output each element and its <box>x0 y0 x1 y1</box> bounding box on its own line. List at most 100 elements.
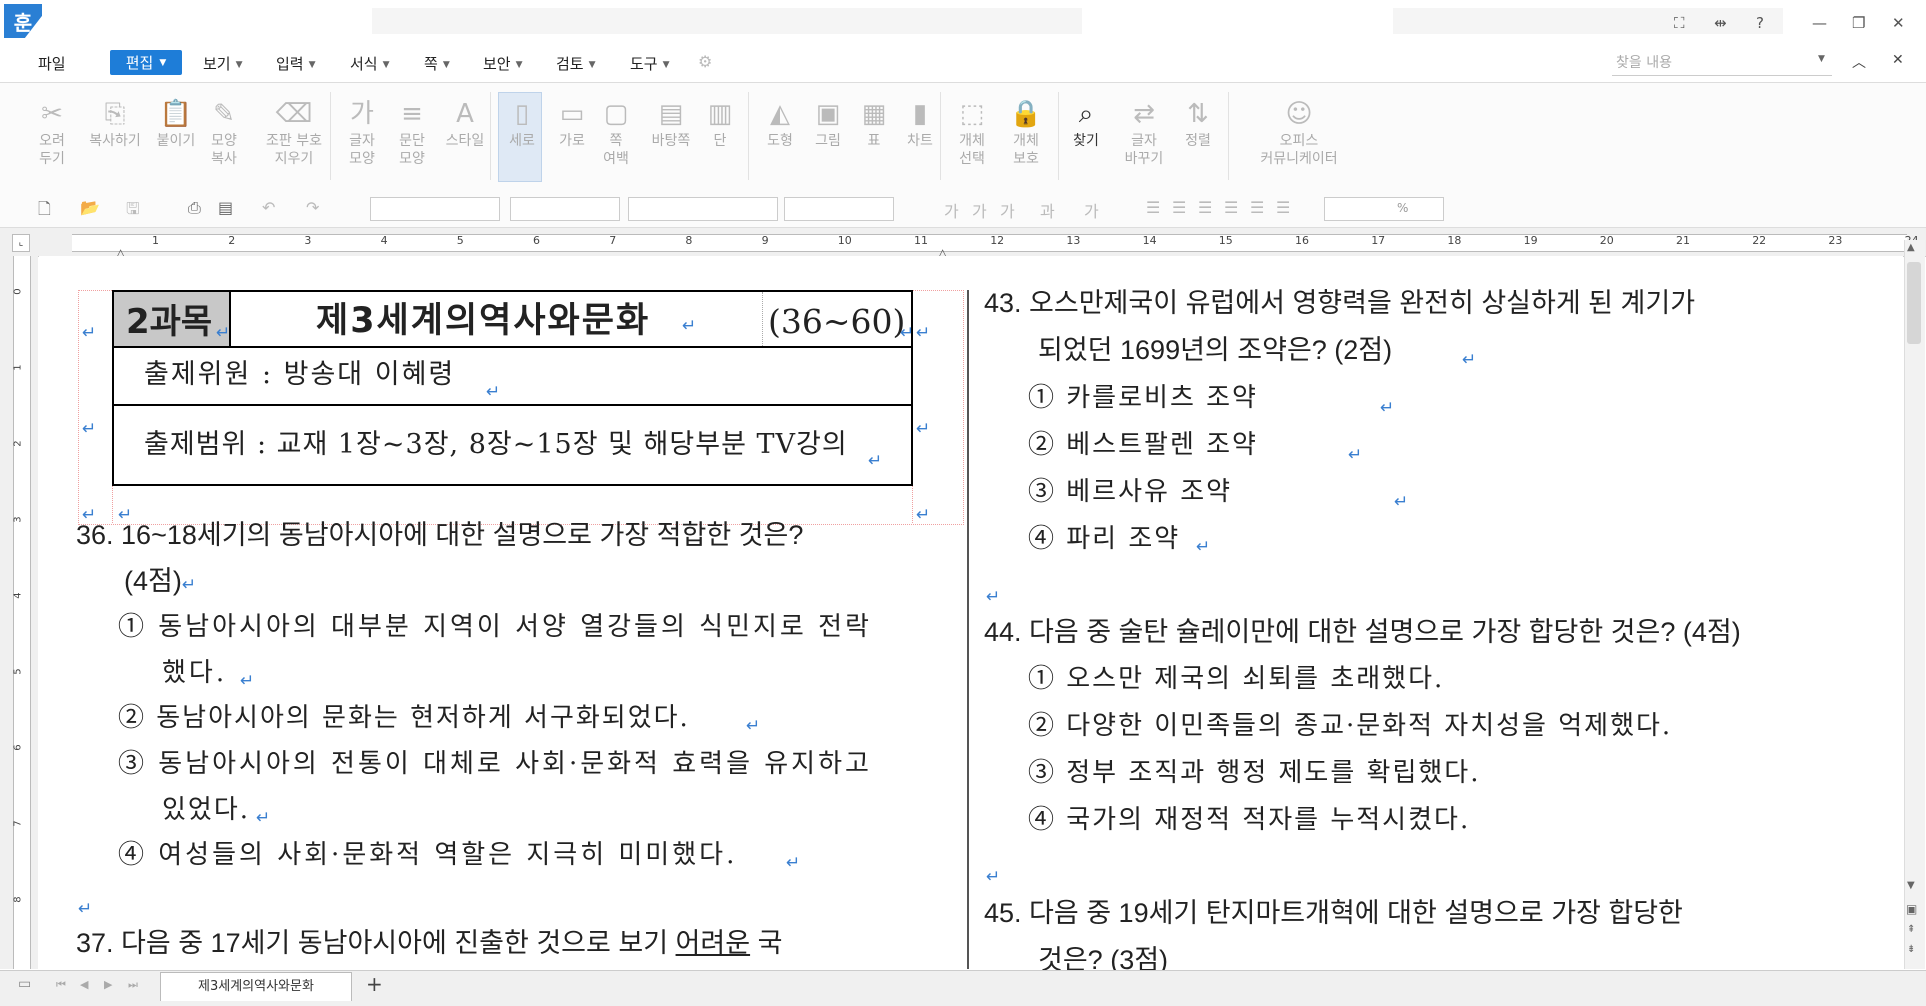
undo-icon[interactable]: ↶ <box>262 198 275 217</box>
ribbon-button-22[interactable]: ☺ 오피스 커뮤니케이터 <box>1244 96 1354 168</box>
ribbon-button-3[interactable]: ✎ 모양 복사 <box>196 96 252 168</box>
ribbon-button-8[interactable]: ▯ 세로 <box>500 96 544 150</box>
minimize-icon[interactable]: — <box>1812 14 1827 32</box>
q43-stem-cont[interactable]: 되었던 1699년의 조약은? (2점) <box>1038 335 1392 366</box>
q36-stem[interactable]: 36. 16~18세기의 동남아시아에 대한 설명으로 가장 적합한 것은? <box>76 520 803 551</box>
scrollbar-thumb[interactable] <box>1907 262 1921 344</box>
align-right-icon[interactable]: ☰ <box>1224 198 1238 217</box>
q44-option-3[interactable]: ③ 정부 조직과 행정 제도를 확립했다. <box>1028 758 1480 788</box>
font-select[interactable] <box>628 197 778 221</box>
q45-stem[interactable]: 45. 다음 중 19세기 탄지마트개혁에 대한 설명으로 가장 합당한 <box>984 898 1683 929</box>
first-page-icon[interactable]: ⏮ <box>56 978 66 992</box>
document-tab[interactable]: 제3세계의역사와문화 <box>160 972 352 1001</box>
menu-file[interactable]: 파일 <box>38 53 66 74</box>
q36-option-4[interactable]: ④ 여성들의 사회·문화적 역할은 지극히 미미했다. <box>118 840 737 870</box>
prev-icon[interactable]: ◀ <box>80 978 88 991</box>
next-page-icon[interactable]: ⇟ <box>1907 944 1915 955</box>
menu-page[interactable]: 쪽 ▼ <box>424 53 450 74</box>
q43-option-2[interactable]: ② 베스트팔렌 조약 <box>1028 430 1258 460</box>
align-center-icon[interactable]: ☰ <box>1198 198 1212 217</box>
char-color-icon[interactable]: 가 <box>1084 198 1099 222</box>
italic-icon[interactable]: 가 <box>972 198 987 222</box>
close-icon[interactable]: ✕ <box>1892 14 1905 32</box>
q37-stem[interactable]: 37. 다음 중 17세기 동남아시아에 진출한 것으로 보기 어려운 국 <box>76 928 782 959</box>
ribbon-button-10[interactable]: ▢ 쪽 여백 <box>588 96 644 168</box>
q44-stem[interactable]: 44. 다음 중 술탄 슐레이만에 대한 설명으로 가장 합당한 것은? (4점… <box>984 617 1741 648</box>
divide-icon[interactable]: ☰ <box>1276 198 1290 217</box>
menu-tools[interactable]: 도구 ▼ <box>630 53 670 74</box>
search-input[interactable]: 찾을 내용 <box>1612 50 1832 76</box>
open-folder-icon[interactable]: 📂 <box>80 198 100 217</box>
add-tab-icon[interactable]: + <box>366 972 383 996</box>
q36-option-2[interactable]: ② 동남아시아의 문화는 현저하게 서구화되었다. <box>118 703 690 733</box>
close-doc-icon[interactable]: ✕ <box>1892 52 1904 68</box>
new-doc-icon[interactable]: 🗋 <box>38 198 51 225</box>
menu-security[interactable]: 보안 ▼ <box>483 53 523 74</box>
chevron-down-icon[interactable]: ▼ <box>1818 54 1825 64</box>
menu-format[interactable]: 서식 ▼ <box>350 53 390 74</box>
q36-option-3-cont[interactable]: 있었다. <box>162 795 250 825</box>
vertical-scrollbar[interactable] <box>1904 240 1925 969</box>
ribbon-button-17[interactable]: ⬚ 개체 선택 <box>944 96 1000 168</box>
ribbon-button-1[interactable]: ⎘ 복사하기 <box>82 96 148 150</box>
q43-option-3[interactable]: ③ 베르사유 조약 <box>1028 477 1232 507</box>
menu-view[interactable]: 보기 ▼ <box>203 53 243 74</box>
ribbon-button-20[interactable]: ⇄ 글자 바꾸기 <box>1116 96 1172 168</box>
ribbon-separator <box>490 92 491 180</box>
zoom-select[interactable]: % <box>1324 197 1444 221</box>
q44-option-1[interactable]: ① 오스만 제국의 쇠퇴를 초래했다. <box>1028 664 1444 694</box>
q43-option-4[interactable]: ④ 파리 조약 <box>1028 524 1180 554</box>
tab-stop-icon[interactable]: ⌞ <box>12 234 30 252</box>
menu-insert[interactable]: 입력 ▼ <box>276 53 316 74</box>
menu-edit[interactable]: 편집 ▼ <box>110 50 182 75</box>
redo-icon[interactable]: ↷ <box>306 198 319 217</box>
style-select[interactable] <box>370 197 500 221</box>
help-icon[interactable]: ? <box>1756 14 1764 32</box>
underline-icon[interactable]: 가 <box>1000 198 1015 222</box>
q43-option-1[interactable]: ① 카를로비츠 조약 <box>1028 383 1258 413</box>
next-icon[interactable]: ▶ <box>104 978 112 991</box>
fullscreen-icon[interactable]: ⛶ <box>1674 14 1685 32</box>
menu-review[interactable]: 검토 ▼ <box>556 53 596 74</box>
font-lang-select[interactable] <box>510 197 620 221</box>
addon-icon[interactable]: ⚙ <box>698 52 712 71</box>
q43-stem[interactable]: 43. 오스만제국이 유럽에서 영향력을 완전히 상실하게 된 계기가 <box>984 288 1695 319</box>
vertical-ruler[interactable] <box>13 256 31 969</box>
ribbon-button-18[interactable]: 🔒 개체 보호 <box>998 96 1054 168</box>
ribbon-button-0[interactable]: ✂ 오려 두기 <box>24 96 80 168</box>
q36-option-3[interactable]: ③ 동남아시아의 전통이 대체로 사회·문화적 효력을 유지하고 <box>118 749 872 779</box>
ruler-number: 8 <box>685 234 693 247</box>
ribbon-button-4[interactable]: ⌫ 조판 부호 지우기 <box>256 96 332 168</box>
split-icon[interactable]: ⇹ <box>1714 14 1727 32</box>
q44-option-4[interactable]: ④ 국가의 재정적 적자를 누적시켰다. <box>1028 805 1470 835</box>
q44-option-2[interactable]: ② 다양한 이민족들의 종교·문화적 자치성을 억제했다. <box>1028 711 1672 741</box>
scroll-up-icon[interactable]: ▲ <box>1907 242 1915 253</box>
preview-icon[interactable]: ▤ <box>218 198 233 217</box>
ruler-number: 2 <box>228 234 236 247</box>
restore-icon[interactable]: ❐ <box>1852 14 1865 32</box>
memo-icon[interactable]: ▭ <box>18 976 31 992</box>
q36-option-1[interactable]: ① 동남아시아의 대부분 지역이 서양 열강들의 식민지로 전락 <box>118 612 872 642</box>
prev-page-icon[interactable]: ⇞ <box>1907 924 1915 935</box>
collapse-ribbon-icon[interactable]: ︿ <box>1852 52 1866 72</box>
scroll-down-icon[interactable]: ▼ <box>1907 880 1915 891</box>
paragraph-mark: ↵ <box>746 716 761 736</box>
ribbon-button-19[interactable]: ⌕ 찾기 <box>1058 96 1114 150</box>
font-size-select[interactable] <box>784 197 894 221</box>
distribute-icon[interactable]: ☰ <box>1250 198 1264 217</box>
align-justify-icon[interactable]: ☰ <box>1146 198 1160 217</box>
align-left-icon[interactable]: ☰ <box>1172 198 1186 217</box>
page-view-icon[interactable]: ▣ <box>1906 902 1917 916</box>
bold-icon[interactable]: 가 <box>944 198 959 222</box>
last-page-icon[interactable]: ⏭ <box>128 978 138 992</box>
menu-label: 쪽 <box>424 55 438 73</box>
ribbon-button-7[interactable]: A 스타일 <box>432 96 498 150</box>
q36-option-1-cont[interactable]: 했다. <box>162 658 227 688</box>
ribbon-button-12[interactable]: ▥ 단 <box>692 96 748 150</box>
save-icon[interactable]: 🖫 <box>126 198 140 225</box>
print-icon[interactable]: ⎙ <box>188 198 201 218</box>
ribbon-button-5[interactable]: 가 글자 모양 <box>334 96 390 168</box>
strike-icon[interactable]: 과 <box>1040 198 1055 222</box>
ribbon-button-21[interactable]: ⇅ 정렬 <box>1170 96 1226 150</box>
q36-stem-cont[interactable]: (4점)↵ <box>124 566 196 600</box>
